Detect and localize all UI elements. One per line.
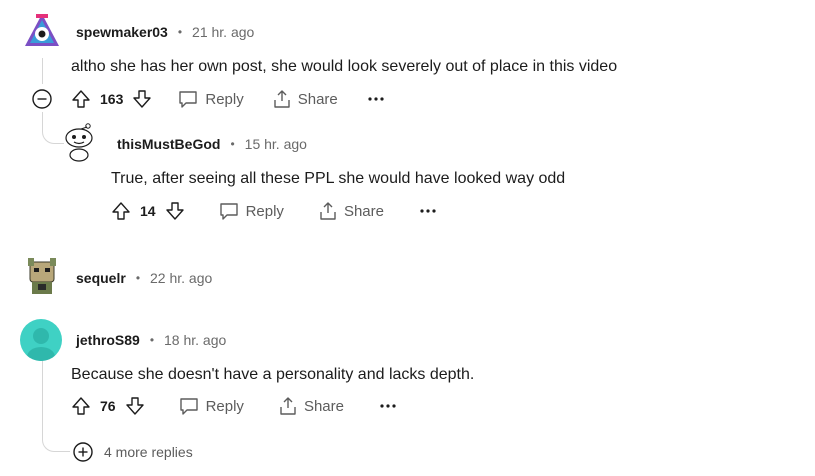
timestamp[interactable]: 22 hr. ago — [150, 270, 212, 286]
upvote-button[interactable] — [110, 200, 132, 222]
more-options-button[interactable] — [380, 403, 396, 409]
ellipsis-icon — [380, 404, 396, 408]
username[interactable]: thisMustBeGod — [117, 136, 220, 152]
upvote-icon — [112, 202, 130, 220]
share-label: Share — [343, 202, 384, 220]
reply-button[interactable]: Reply — [218, 201, 284, 221]
avatar[interactable] — [24, 256, 60, 296]
downvote-button[interactable] — [124, 395, 146, 417]
more-replies-label: 4 more replies — [104, 444, 193, 460]
comment-text: True, after seeing all these PPL she wou… — [111, 170, 566, 187]
ellipsis-icon — [368, 97, 384, 101]
snoo-avatar-icon — [65, 123, 93, 162]
downvote-icon — [165, 202, 184, 220]
downvote-icon — [133, 90, 152, 108]
timestamp[interactable]: 18 hr. ago — [164, 332, 226, 348]
avatar-illustration-icon — [25, 14, 59, 46]
reply-button[interactable]: Reply — [177, 89, 244, 109]
comment-actions: 76 Reply Share — [70, 395, 396, 417]
vote-count: 163 — [100, 91, 124, 107]
more-options-button[interactable] — [368, 96, 384, 102]
separator-dot: • — [230, 137, 235, 151]
username[interactable]: jethroS89 — [76, 332, 140, 348]
upvote-icon — [72, 90, 90, 108]
expand-plus-icon — [73, 442, 93, 462]
timestamp[interactable]: 21 hr. ago — [192, 24, 254, 40]
comment-header: sequelr • 22 hr. ago — [76, 270, 212, 286]
upvote-button[interactable] — [70, 395, 92, 417]
reply-icon — [179, 398, 198, 415]
downvote-button[interactable] — [164, 200, 186, 222]
more-replies-button[interactable]: 4 more replies — [72, 441, 193, 463]
comment-actions: 14 Reply Share — [110, 200, 436, 222]
avatar[interactable] — [60, 122, 98, 162]
share-icon — [320, 202, 336, 220]
share-button[interactable]: Share — [272, 89, 338, 109]
avatar[interactable] — [20, 319, 62, 361]
separator-dot: • — [149, 333, 155, 347]
separator-dot: • — [177, 25, 183, 39]
comment-header: jethroS89 • 18 hr. ago — [76, 332, 226, 348]
share-label: Share — [303, 397, 344, 415]
reply-icon — [179, 91, 198, 108]
comment-actions: 163 Reply Share — [70, 88, 384, 110]
thread-curve — [42, 420, 70, 452]
thread-line — [42, 58, 43, 84]
ellipsis-icon — [420, 209, 436, 213]
default-avatar-icon — [27, 328, 55, 361]
timestamp[interactable]: 15 hr. ago — [245, 136, 307, 152]
vote-count: 14 — [140, 203, 156, 219]
downvote-button[interactable] — [131, 88, 153, 110]
upvote-button[interactable] — [70, 88, 92, 110]
more-options-button[interactable] — [420, 208, 436, 214]
comment-header: thisMustBeGod • 15 hr. ago — [117, 136, 307, 152]
avatar[interactable] — [23, 12, 61, 50]
username[interactable]: spewmaker03 — [76, 24, 168, 40]
share-label: Share — [297, 90, 338, 108]
collapse-button[interactable] — [31, 88, 53, 110]
reply-label: Reply — [245, 202, 284, 220]
username[interactable]: sequelr — [76, 270, 126, 286]
collapse-icon — [32, 89, 52, 109]
share-icon — [280, 397, 296, 415]
avatar-illustration-icon — [28, 258, 56, 294]
comment-header: spewmaker03 • 21 hr. ago — [76, 24, 254, 40]
separator-dot: • — [135, 271, 141, 285]
reply-icon — [219, 203, 238, 220]
upvote-icon — [72, 397, 90, 415]
comment-text: Because she doesn't have a personality a… — [71, 366, 475, 383]
share-icon — [274, 90, 290, 108]
reply-button[interactable]: Reply — [178, 396, 244, 416]
reply-label: Reply — [205, 397, 244, 415]
share-button[interactable]: Share — [318, 201, 384, 221]
share-button[interactable]: Share — [278, 396, 344, 416]
downvote-icon — [125, 397, 144, 415]
vote-count: 76 — [100, 398, 116, 414]
reply-label: Reply — [205, 90, 244, 108]
comment-text: altho she has her own post, she would lo… — [71, 58, 618, 75]
